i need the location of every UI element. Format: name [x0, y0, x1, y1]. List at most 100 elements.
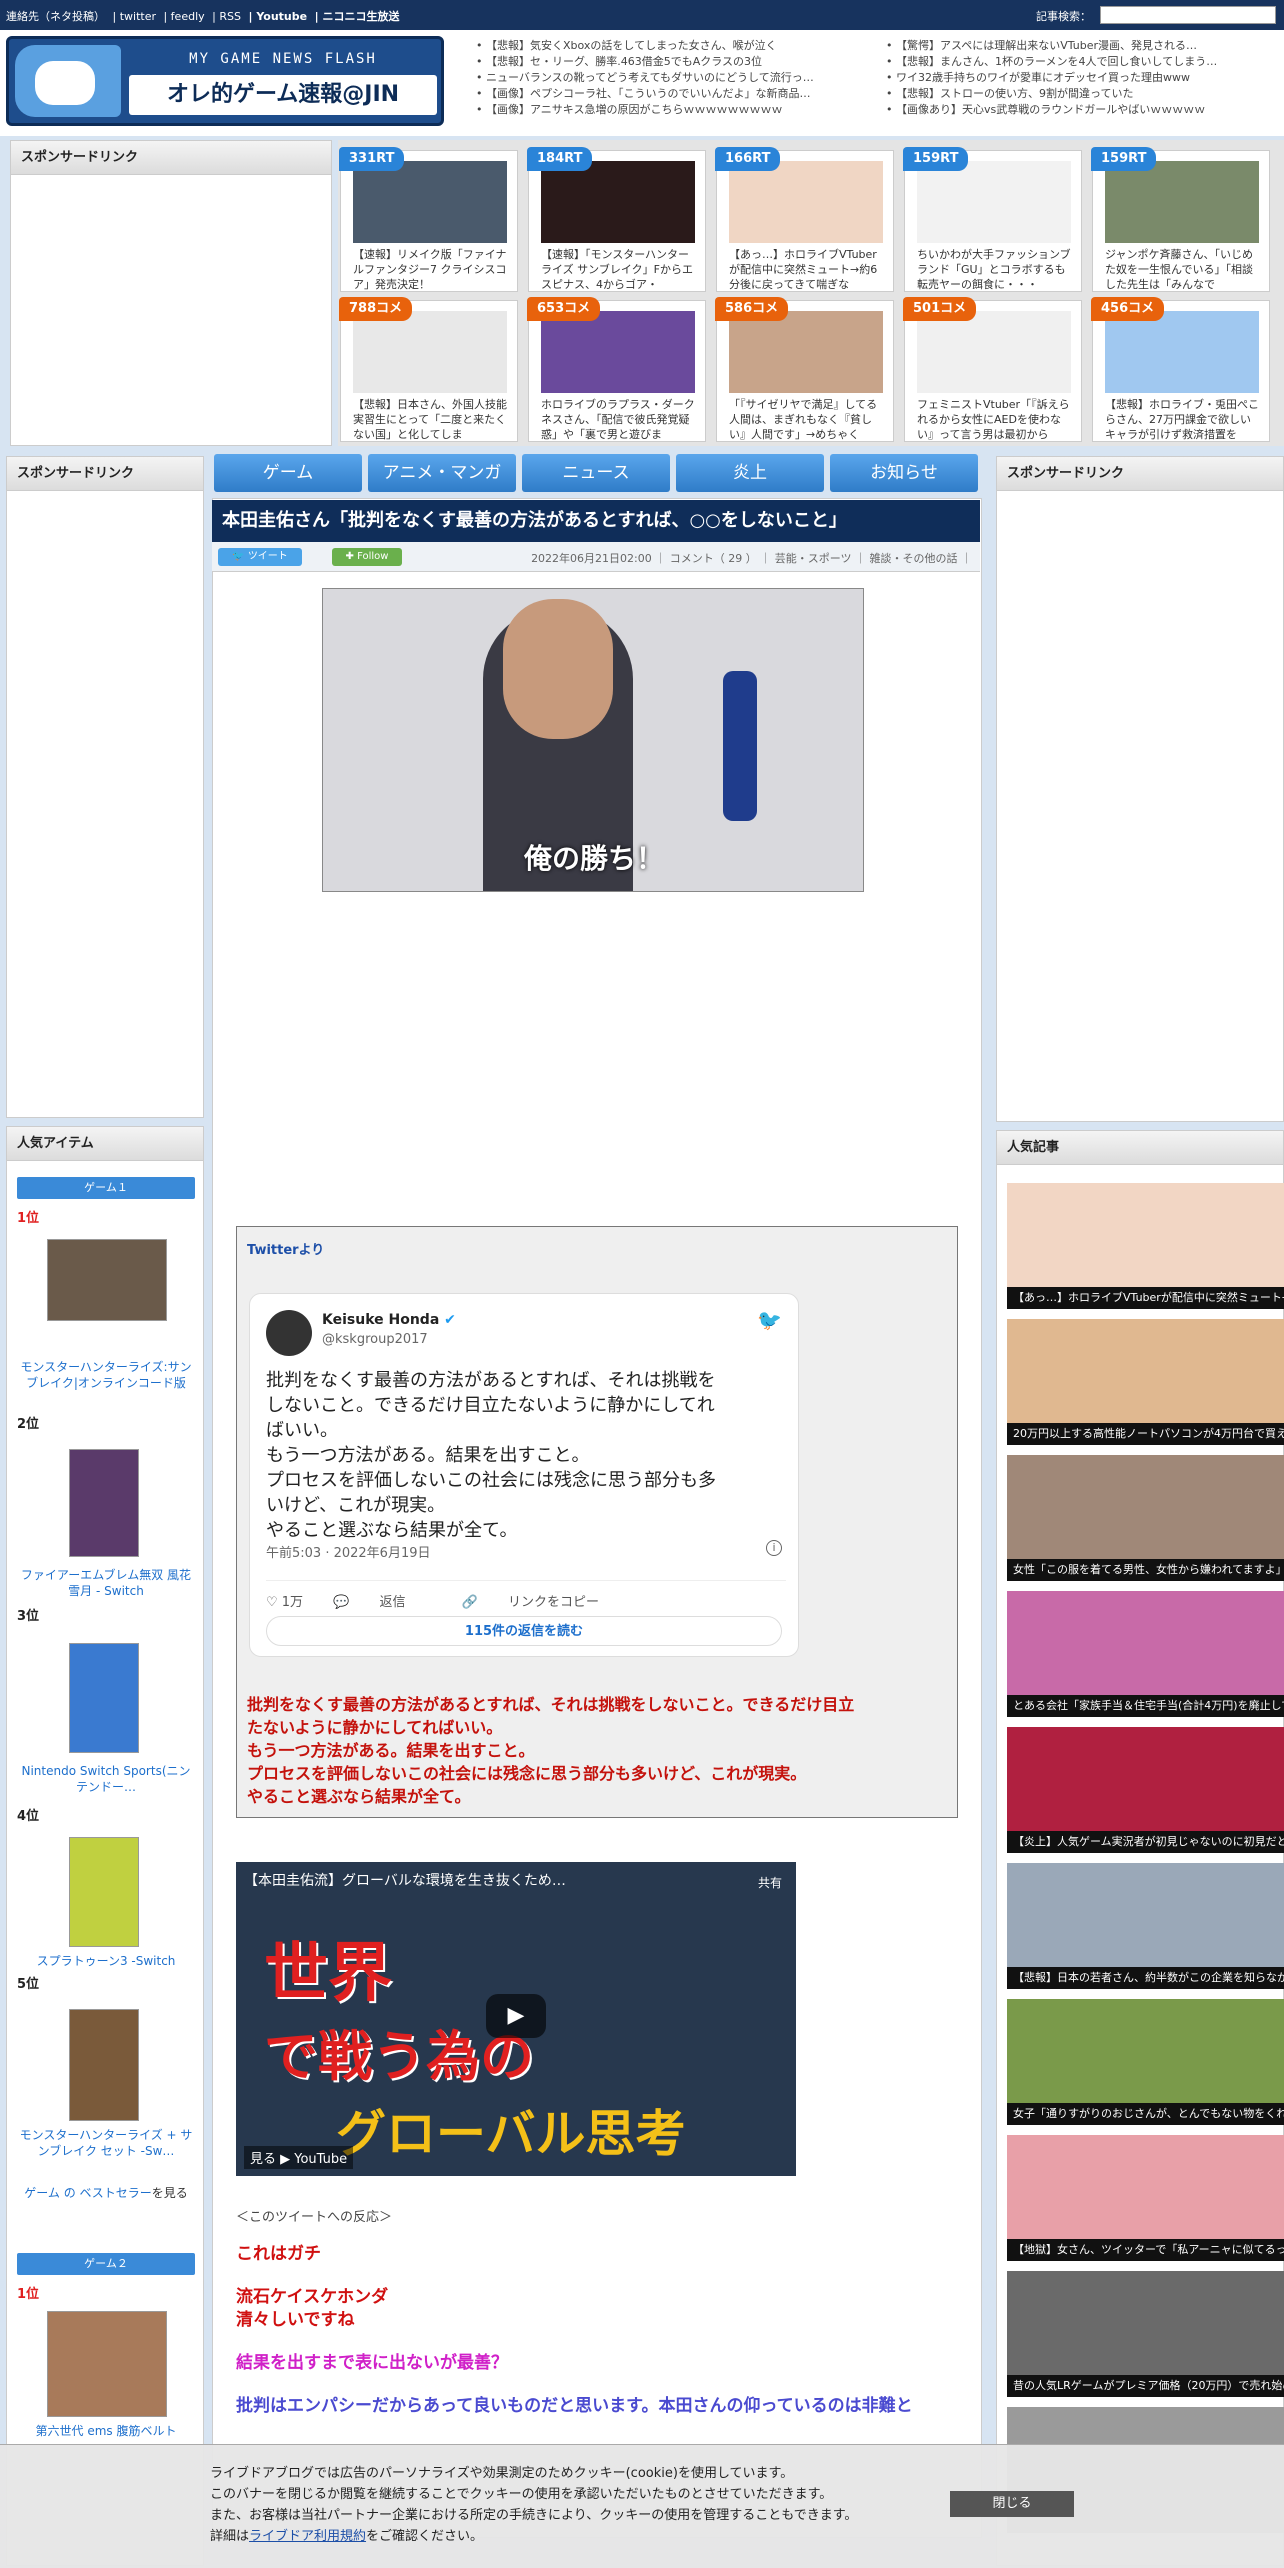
search-input[interactable]	[1100, 6, 1276, 24]
tweet-card[interactable]: Keisuke Honda ✔ @kskgroup2017 🐦 批判をなくす最善…	[249, 1293, 799, 1657]
share-button[interactable]: 共有	[758, 1874, 782, 1891]
popular-article-caption[interactable]: とある会社「家族手当＆住宅手当(合計4万円)を廃止して基本給を一律減額する！」→…	[1007, 1695, 1284, 1717]
product-link[interactable]: スプラトゥーン3 -Switch	[17, 1953, 195, 1969]
copy-link-button[interactable]: 🔗 リンクをコピー	[462, 1595, 625, 1610]
headline-link[interactable]: 【画像あり】天心vs武尊戦のラウンドガールやばいｗｗｗｗｗ	[886, 102, 1280, 118]
product-link[interactable]: モンスターハンターライズ:サンブレイク|オンラインコード版	[17, 1359, 195, 1391]
headline-link[interactable]: 【画像】ペプシコーラ社、「こういうのでいいんだよ」な新商品…	[476, 86, 876, 102]
popular-article-caption[interactable]: 昔の人気LRゲームがプレミア価格（20万円）で売れ始める → それを知った作者が…	[1007, 2375, 1284, 2397]
product-image[interactable]	[47, 2311, 167, 2417]
product-image[interactable]	[69, 1837, 139, 1947]
reply-button[interactable]: 💬 返信	[333, 1595, 431, 1610]
ranking-thumbnail[interactable]	[541, 161, 695, 243]
product-image[interactable]	[69, 1643, 139, 1753]
nav-game[interactable]: ゲーム	[214, 454, 362, 492]
follow-button[interactable]: ✚ Follow	[332, 548, 402, 566]
top-link-twitter[interactable]: | twitter	[113, 10, 156, 23]
ranking-thumbnail[interactable]	[541, 311, 695, 393]
ranking-card[interactable]: 456コメ 【悲報】ホロライブ・兎田ぺこらさん、27万円課金で欲しいキャラが引けず…	[1091, 297, 1270, 442]
ranking-card[interactable]: 501コメ フェミニストVtuber「『訴えられるから女性にAEDを使わない』って…	[903, 297, 1082, 442]
product-link[interactable]: モンスターハンターライズ + サンブレイク セット -Sw…	[17, 2127, 195, 2159]
top-link-feedly[interactable]: | feedly	[163, 10, 204, 23]
popular-article[interactable]: 【地獄】女さん、ツイッターで「私アーニャに似てるって言われたんだけど笑」という人…	[1007, 2135, 1284, 2261]
popular-article-caption[interactable]: 20万円以上する高性能ノートパソコンが4万円台で買えるヤバいセールが始まり深夜に…	[1007, 1423, 1284, 1445]
ranking-caption[interactable]: 【速報】リメイク版「ファイナルファンタジー7 クライシスコア」発売決定！	[353, 247, 509, 292]
site-logo[interactable]: MY GAME NEWS FLASH オレ的ゲーム速報@JIN	[6, 36, 444, 126]
popular-article-caption[interactable]: 【悲報】日本の若者さん、約半数がこの企業を知らなかった・・嘘でしょ？	[1007, 1967, 1284, 1989]
twitter-logo-icon[interactable]: 🐦	[757, 1308, 782, 1332]
ranking-caption[interactable]: ちいかわが大手ファッションブランド「GU」とコラボするも転売ヤーの餌食に・・・	[917, 247, 1073, 292]
ranking-card[interactable]: 159RT ジャンポケ斉藤さん、「いじめた奴を一生恨んでいる」「相談した先生は「み…	[1091, 147, 1270, 292]
ranking-thumbnail[interactable]	[353, 161, 507, 243]
nav-enjo[interactable]: 炎上	[676, 454, 824, 492]
ranking-caption[interactable]: ジャンポケ斉藤さん、「いじめた奴を一生恨んでいる」「相談した先生は「みんなで	[1105, 247, 1261, 292]
product-link[interactable]: Nintendo Switch Sports(ニンテンドー…	[17, 1763, 195, 1795]
bestseller-link[interactable]: ゲーム の ベストセラー	[24, 2186, 152, 2200]
popular-article-caption[interactable]: 女子「通りすがりのおじさんが、とんでもない物をくれた」ﾊﾟｼｬｯ → マジで凄す…	[1007, 2103, 1284, 2125]
read-replies-button[interactable]: 115件の返信を読む	[266, 1616, 782, 1646]
headline-link[interactable]: 【悲報】セ・リーグ、勝率.463借金5でもAクラスの3位	[476, 54, 876, 70]
category-tab-game2[interactable]: ゲーム２	[17, 2253, 195, 2275]
product-link[interactable]: 第六世代 ems 腹筋ベルト	[17, 2423, 195, 2439]
like-button[interactable]: ♡ 1万	[266, 1595, 303, 1610]
headline-link[interactable]: ワイ32歳手持ちのワイが愛車にオデッセイ買った理由www	[886, 70, 1280, 86]
popular-article[interactable]: 【悲報】日本の若者さん、約半数がこの企業を知らなかった・・嘘でしょ？	[1007, 1863, 1284, 1989]
youtube-watch-link[interactable]: 見る ▶ YouTube	[244, 2146, 354, 2169]
product-link[interactable]: ファイアーエムブレム無双 風花雪月 - Switch	[17, 1567, 195, 1599]
tweet-button[interactable]: 🐦 ツイート	[218, 548, 302, 566]
product-image[interactable]	[47, 1239, 167, 1321]
popular-article[interactable]: 昔の人気LRゲームがプレミア価格（20万円）で売れ始める → それを知った作者が…	[1007, 2271, 1284, 2397]
ranking-card[interactable]: 184RT 【速報】「モンスターハンターライズ サンブレイク」Fからエスピナス、4…	[527, 147, 706, 292]
video-title[interactable]: 【本田圭佑流】グローバルな環境を生き抜くため…	[244, 1870, 566, 1890]
category-tab-game1[interactable]: ゲーム１	[17, 1177, 195, 1199]
ranking-card[interactable]: 331RT 【速報】リメイク版「ファイナルファンタジー7 クライシスコア」発売決定…	[339, 147, 518, 292]
popular-article-caption[interactable]: 【あっ…】ホロライブVTuberが配信中に突然ミュート→約6分後に戻ってきて喘ぎ…	[1007, 1287, 1284, 1309]
ranking-caption[interactable]: 【速報】「モンスターハンターライズ サンブレイク」Fからエスピナス、4からゴア・	[541, 247, 697, 292]
nav-anime[interactable]: アニメ・マンガ	[368, 454, 516, 492]
ranking-thumbnail[interactable]	[729, 311, 883, 393]
ranking-caption[interactable]: フェミニストVtuber「『訴えられるから女性にAEDを使わない』って言う男は最…	[917, 397, 1073, 442]
ranking-caption[interactable]: 【悲報】日本さん、外国人技能実習生にとって「二度と来たくない国」と化してしま	[353, 397, 509, 442]
popular-article[interactable]: 女性「この服を着てる男性、女性から嫌われてますよ」→このファッションがダメってマ…	[1007, 1455, 1284, 1581]
headline-link[interactable]: 【画像】アニサキス急増の原因がこちらｗｗｗｗｗｗｗｗｗ	[476, 102, 876, 118]
youtube-embed[interactable]: 【本田圭佑流】グローバルな環境を生き抜くため… 共有 世界 で戦う為の グローバ…	[236, 1862, 796, 2176]
ranking-thumbnail[interactable]	[1105, 311, 1259, 393]
ranking-caption[interactable]: ホロライブのラプラス・ダークネスさん、「配信で彼氏発覚疑惑」や「裏で男と遊びま	[541, 397, 697, 442]
headline-link[interactable]: ニューバランスの靴ってどう考えてもダサいのにどうして流行っ…	[476, 70, 876, 86]
headline-link[interactable]: 【悲報】まんさん、1杯のラーメンを4人で回し食いしてしまう…	[886, 54, 1280, 70]
ranking-card[interactable]: 586コメ 「『サイゼリヤで満足』してる人間は、まぎれもなく『貧しい』人間です」→…	[715, 297, 894, 442]
popular-article-caption[interactable]: 【地獄】女さん、ツイッターで「私アーニャに似てるって言われたんだけど笑」という人…	[1007, 2239, 1284, 2261]
ranking-thumbnail[interactable]	[1105, 161, 1259, 243]
popular-article[interactable]: 20万円以上する高性能ノートパソコンが4万円台で買えるヤバいセールが始まり深夜に…	[1007, 1319, 1284, 1445]
ranking-card[interactable]: 159RT ちいかわが大手ファッションブランド「GU」とコラボするも転売ヤーの餌食…	[903, 147, 1082, 292]
play-icon[interactable]: ▶	[486, 1994, 546, 2038]
top-link-rss[interactable]: | RSS	[212, 10, 241, 23]
avatar[interactable]	[266, 1310, 312, 1356]
popular-article-caption[interactable]: 女性「この服を着てる男性、女性から嫌われてますよ」→このファッションがダメってマ…	[1007, 1559, 1284, 1581]
ranking-card[interactable]: 166RT 【あっ…】ホロライブVTuberが配信中に突然ミュート→約6分後に戻っ…	[715, 147, 894, 292]
popular-article-caption[interactable]: 【炎上】人気ゲーム実況者が初見じゃないのに初見だと嘘ついてゲームをする→ヤバイこ…	[1007, 1831, 1284, 1853]
headline-link[interactable]: 【驚愕】アスペには理解出来ないVTuber漫画、発見される…	[886, 38, 1280, 54]
popular-article[interactable]: とある会社「家族手当＆住宅手当(合計4万円)を廃止して基本給を一律減額する！」→…	[1007, 1591, 1284, 1717]
ranking-thumbnail[interactable]	[353, 311, 507, 393]
info-icon[interactable]: i	[766, 1540, 782, 1556]
tweet-user-name[interactable]: Keisuke Honda ✔	[322, 1312, 456, 1328]
ranking-caption[interactable]: 【悲報】ホロライブ・兎田ぺこらさん、27万円課金で欲しいキャラが引けず救済措置を	[1105, 397, 1261, 442]
ranking-thumbnail[interactable]	[917, 161, 1071, 243]
tweet-handle[interactable]: @kskgroup2017	[322, 1332, 428, 1347]
nav-news[interactable]: ニュース	[522, 454, 670, 492]
ranking-card[interactable]: 788コメ 【悲報】日本さん、外国人技能実習生にとって「二度と来たくない国」と化し…	[339, 297, 518, 442]
headline-link[interactable]: 【悲報】気安くXboxの話をしてしまった女さん、喉が泣く	[476, 38, 876, 54]
ranking-caption[interactable]: 「『サイゼリヤで満足』してる人間は、まぎれもなく『貧しい』人間です」→めちゃく	[729, 397, 885, 442]
headline-link[interactable]: 【悲報】ストローの使い方、9割が間違っていた	[886, 86, 1280, 102]
ranking-caption[interactable]: 【あっ…】ホロライブVTuberが配信中に突然ミュート→約6分後に戻ってきて喘ぎ…	[729, 247, 885, 292]
top-link-youtube[interactable]: | Youtube	[248, 10, 307, 23]
ranking-card[interactable]: 653コメ ホロライブのラプラス・ダークネスさん、「配信で彼氏発覚疑惑」や「裏で男…	[527, 297, 706, 442]
product-image[interactable]	[69, 2009, 139, 2121]
cookie-close-button[interactable]: 閉じる	[950, 2491, 1074, 2517]
ranking-thumbnail[interactable]	[729, 161, 883, 243]
popular-article[interactable]: 女子「通りすがりのおじさんが、とんでもない物をくれた」ﾊﾟｼｬｯ → マジで凄す…	[1007, 1999, 1284, 2125]
product-image[interactable]	[69, 1449, 139, 1557]
terms-link[interactable]: ライブドア利用規約	[249, 2529, 366, 2544]
ranking-thumbnail[interactable]	[917, 311, 1071, 393]
